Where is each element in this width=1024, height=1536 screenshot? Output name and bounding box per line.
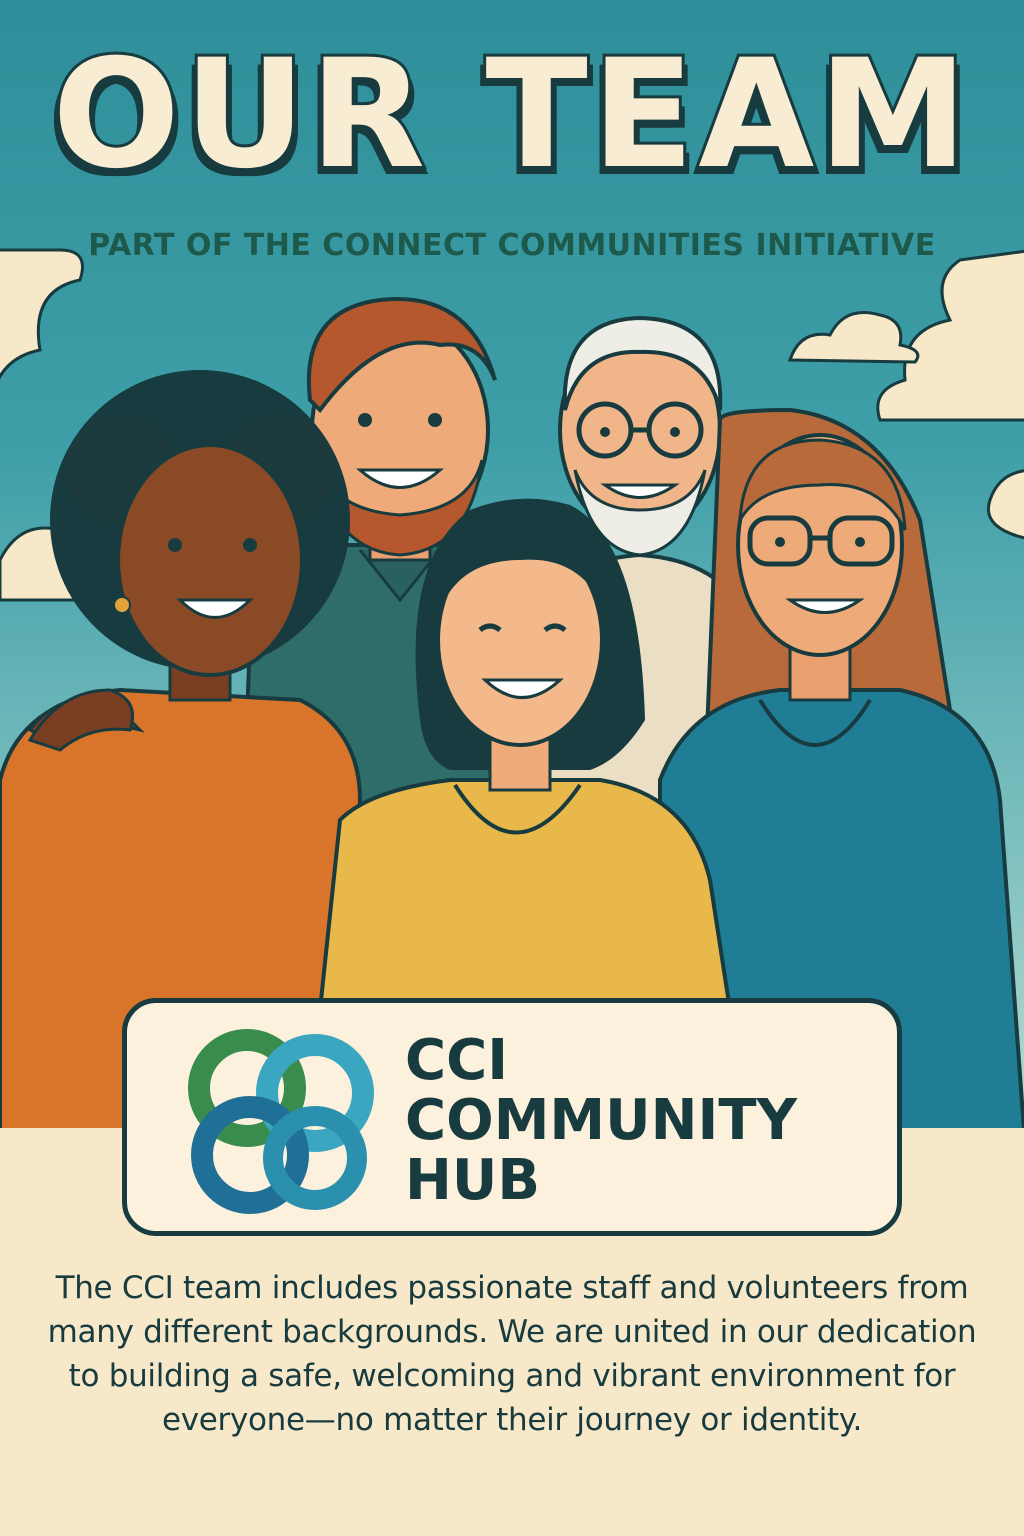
logo-line-cci: CCI — [405, 1028, 509, 1093]
team-description: The CCI team includes passionate staff a… — [47, 1270, 977, 1438]
logo-card: CCI COMMUNITY HUB — [122, 998, 902, 1236]
cci-logo-icon — [188, 1029, 374, 1214]
page-title: OUR TEAM — [49, 28, 972, 202]
logo-wordmark: CCI COMMUNITY HUB — [405, 1031, 797, 1211]
logo-line-community: COMMUNITY — [405, 1088, 798, 1153]
logo-line-hub: HUB — [405, 1148, 541, 1213]
page-subtitle: PART OF THE CONNECT COMMUNITIES INITIATI… — [88, 228, 936, 263]
